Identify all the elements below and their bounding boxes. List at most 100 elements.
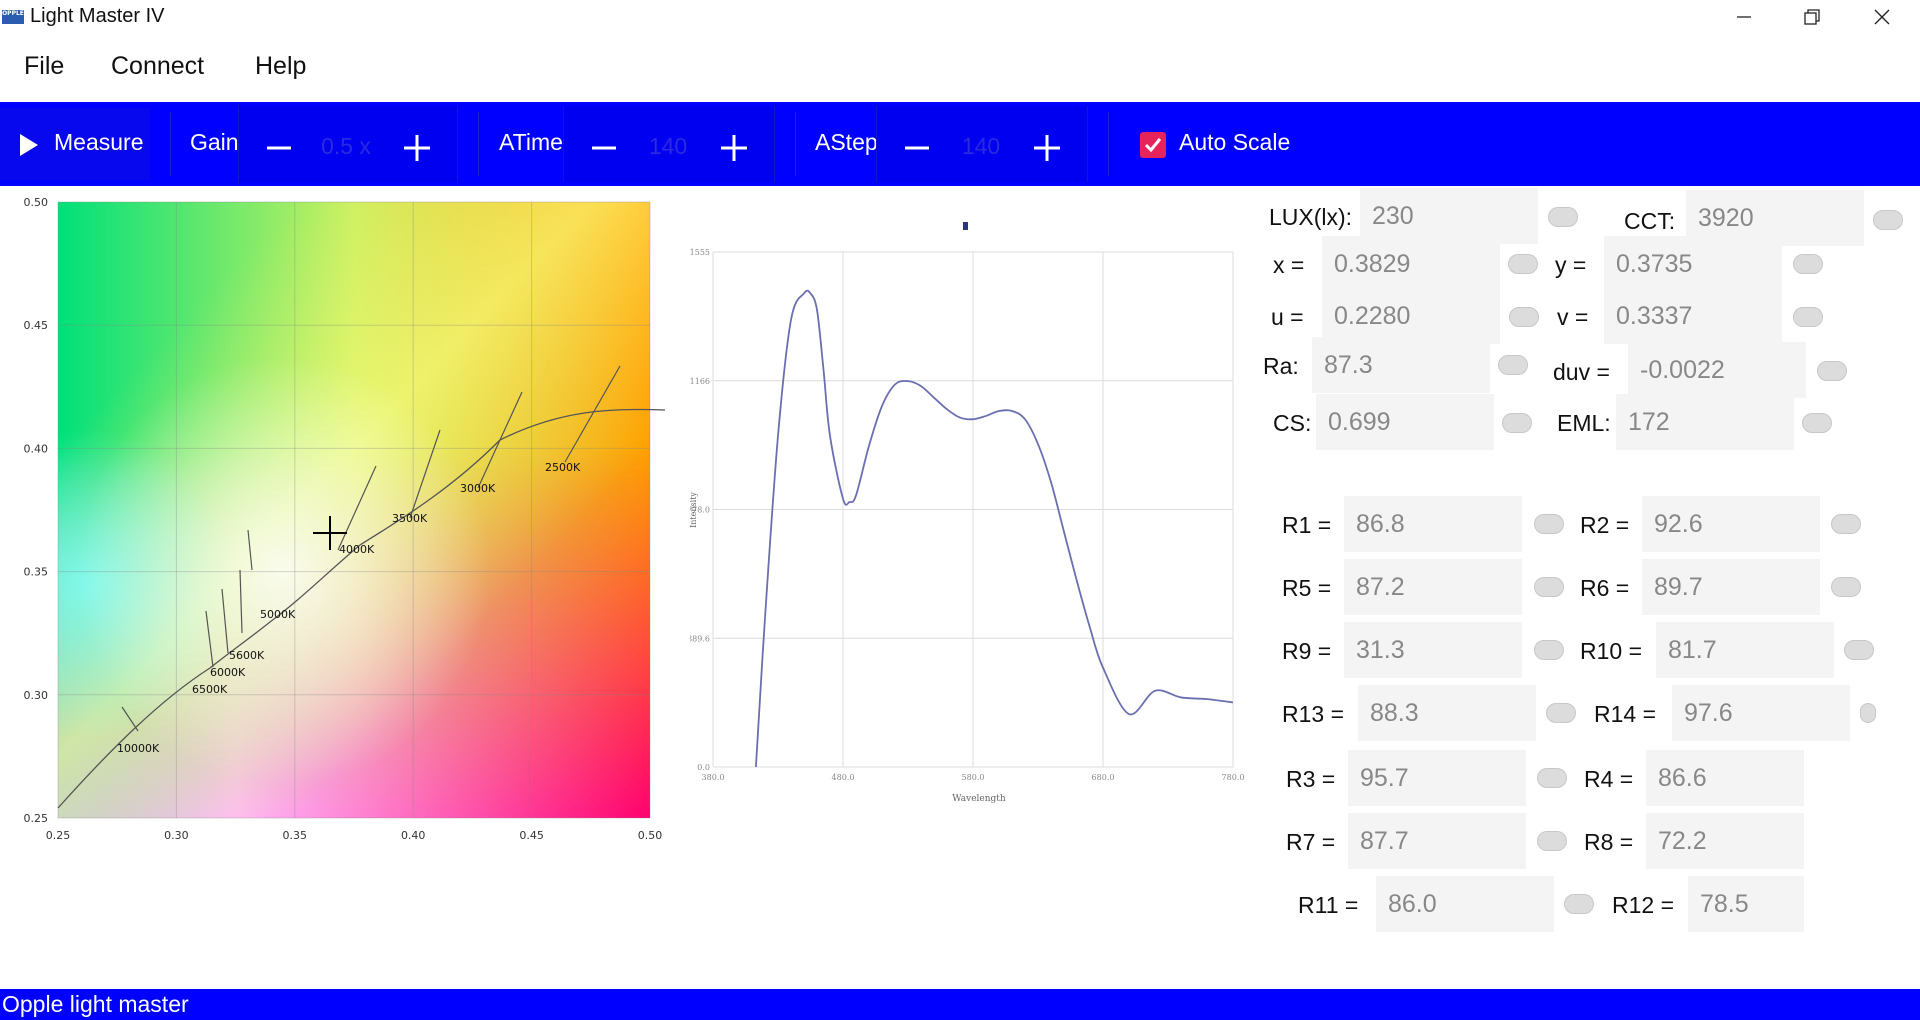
cct-label: 4000K (339, 543, 375, 556)
r5-field[interactable]: 87.2 (1344, 559, 1522, 615)
gain-decrease-button[interactable] (257, 126, 301, 170)
atime-value[interactable]: 140 (626, 133, 710, 160)
r6-field[interactable]: 89.7 (1642, 559, 1820, 615)
auto-scale-checkbox[interactable] (1140, 132, 1166, 158)
menu-help[interactable]: Help (255, 52, 306, 81)
cct-label: 10000K (117, 742, 160, 755)
r13-toggle[interactable] (1546, 703, 1576, 723)
eml-field[interactable]: 172 (1616, 394, 1794, 450)
minus-icon (592, 146, 616, 150)
r3-toggle[interactable] (1537, 768, 1567, 788)
r4-field[interactable]: 86.6 (1646, 750, 1804, 806)
astep-stepper[interactable]: 140 (876, 106, 1088, 182)
r2-field[interactable]: 92.6 (1642, 496, 1820, 552)
cie-y-tick-label: 0.25 (24, 812, 49, 825)
r3-field[interactable]: 95.7 (1348, 750, 1526, 806)
cct-label: 6500K (192, 683, 228, 696)
cct-toggle[interactable] (1873, 210, 1903, 230)
r2-toggle[interactable] (1831, 514, 1861, 534)
menu-file[interactable]: File (24, 52, 64, 81)
spectrum-marker (963, 222, 968, 230)
spectrum-y-tick-label: 1166 (690, 377, 710, 386)
y-toggle[interactable] (1793, 254, 1823, 274)
r8-field[interactable]: 72.2 (1646, 813, 1804, 869)
y-axis-label: Intensity (690, 492, 698, 528)
cie-y-tick-label: 0.50 (24, 196, 49, 209)
auto-scale-label[interactable]: Auto Scale (1179, 129, 1290, 156)
x-toggle[interactable] (1508, 254, 1538, 274)
lux-toggle[interactable] (1548, 207, 1578, 227)
cie-y-tick-label: 0.30 (24, 689, 49, 702)
r1-field[interactable]: 86.8 (1344, 496, 1522, 552)
menu-connect[interactable]: Connect (111, 52, 204, 81)
eml-toggle[interactable] (1802, 413, 1832, 433)
r10-label: R10 = (1580, 638, 1643, 664)
astep-value[interactable]: 140 (939, 133, 1023, 160)
r10-toggle[interactable] (1844, 640, 1874, 660)
r14-toggle[interactable] (1860, 703, 1876, 723)
r5-label: R5 = (1282, 575, 1332, 601)
r9-toggle[interactable] (1534, 640, 1564, 660)
cs-field[interactable]: 0.699 (1316, 394, 1494, 450)
ra-toggle[interactable] (1498, 355, 1528, 375)
u-field[interactable]: 0.2280 (1322, 288, 1500, 344)
plus-icon (404, 135, 430, 161)
check-icon (1144, 138, 1162, 153)
u-label: u = (1271, 304, 1304, 330)
minimize-icon (1737, 16, 1751, 18)
r9-field[interactable]: 31.3 (1344, 622, 1522, 678)
close-icon (1874, 9, 1890, 25)
ra-label: Ra: (1263, 353, 1299, 379)
r12-field[interactable]: 78.5 (1688, 876, 1804, 932)
y-field[interactable]: 0.3735 (1604, 236, 1782, 292)
r11-field[interactable]: 86.0 (1376, 876, 1554, 932)
lux-label: LUX(lx): (1269, 204, 1353, 230)
cct-label: CCT: (1624, 208, 1676, 234)
duv-toggle[interactable] (1817, 361, 1847, 381)
cs-toggle[interactable] (1502, 413, 1532, 433)
v-field[interactable]: 0.3337 (1604, 288, 1782, 344)
gain-stepper[interactable]: 0.5 x (238, 106, 458, 182)
r7-field[interactable]: 87.7 (1348, 813, 1526, 869)
r10-field[interactable]: 81.7 (1656, 622, 1834, 678)
u-toggle[interactable] (1509, 307, 1539, 327)
ra-field[interactable]: 87.3 (1312, 337, 1490, 393)
menu-bar: File Connect Help (0, 44, 1920, 84)
r6-toggle[interactable] (1831, 577, 1861, 597)
r2-label: R2 = (1580, 512, 1630, 538)
atime-decrease-button[interactable] (582, 126, 626, 170)
x-axis-label: Wavelength (952, 794, 1006, 804)
spectrum-chart: 380.0480.0580.0680.0780.0 0.0389.6778.01… (690, 222, 1245, 804)
cct-label: 6000K (210, 666, 246, 679)
measure-button[interactable]: Measure (0, 108, 150, 180)
gain-increase-button[interactable] (395, 126, 439, 170)
minimize-button[interactable] (1712, 0, 1776, 34)
astep-increase-button[interactable] (1025, 126, 1069, 170)
r4-label: R4 = (1584, 766, 1634, 792)
duv-label: duv = (1553, 359, 1610, 385)
r13-field[interactable]: 88.3 (1358, 685, 1536, 741)
atime-stepper[interactable]: 140 (563, 106, 775, 182)
cie-chromaticity-chart: 0.25 0.30 0.35 0.40 0.45 0.50 0.50 0.45 0.40 0.3… (24, 196, 666, 842)
toolbar: Measure Gain 0.5 x ATime 140 AStep 140 A… (0, 102, 1920, 186)
atime-increase-button[interactable] (712, 126, 756, 170)
play-icon (20, 134, 38, 156)
restore-button[interactable] (1780, 0, 1844, 34)
v-toggle[interactable] (1793, 307, 1823, 327)
toolbar-divider (478, 112, 479, 176)
spectrum-line (755, 289, 1234, 768)
r5-toggle[interactable] (1534, 577, 1564, 597)
astep-decrease-button[interactable] (895, 126, 939, 170)
spectrum-x-tick-label: 780.0 (1222, 773, 1245, 782)
restore-icon (1804, 9, 1820, 25)
r11-toggle[interactable] (1564, 894, 1594, 914)
r7-toggle[interactable] (1537, 831, 1567, 851)
r11-label: R11 = (1298, 892, 1359, 918)
close-button[interactable] (1850, 0, 1914, 34)
r14-field[interactable]: 97.6 (1672, 685, 1850, 741)
duv-field[interactable]: -0.0022 (1628, 342, 1806, 398)
x-field[interactable]: 0.3829 (1322, 236, 1500, 292)
r1-toggle[interactable] (1534, 514, 1564, 534)
r7-label: R7 = (1286, 829, 1336, 855)
gain-value[interactable]: 0.5 x (301, 133, 391, 160)
